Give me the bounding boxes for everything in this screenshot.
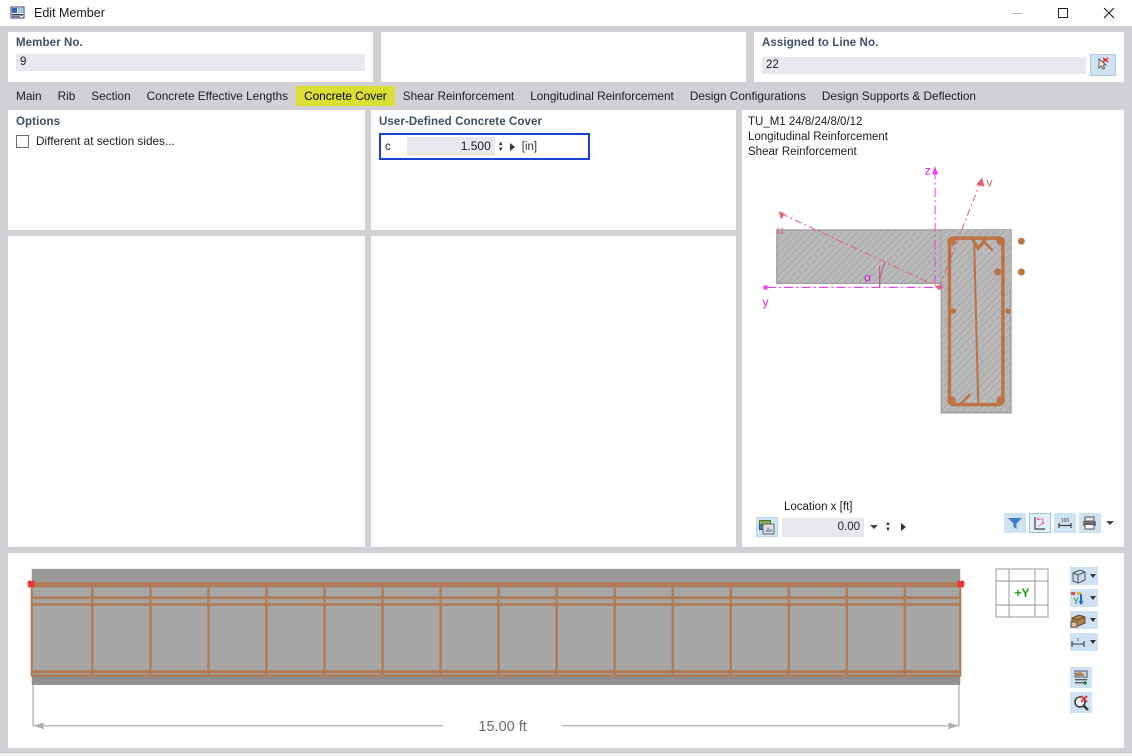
location-x-label: Location x [ft] [784,501,853,514]
svg-text:Y: Y [1073,596,1079,606]
options-title: Options [16,116,61,128]
tab-longitudinal-reinforcement[interactable]: Longitudinal Reinforcement [522,86,682,106]
minimize-icon[interactable] [994,0,1040,26]
concrete-cover-field-group[interactable]: c 1.500 ▲ ▼ [in] [379,133,590,160]
spin-down-icon[interactable]: ▼ [885,527,893,533]
tab-concrete-effective-lengths[interactable]: Concrete Effective Lengths [139,86,296,106]
concrete-cover-label: c [385,140,391,153]
filter-icon[interactable] [1004,513,1026,534]
chevron-down-icon[interactable] [1090,596,1096,601]
maximize-icon[interactable] [1040,0,1086,26]
edit-member-dialog: Edit Member Member No. 9 Assigned to Lin… [0,0,1132,756]
print-view-icon[interactable] [1070,667,1092,689]
tab-concrete-cover[interactable]: Concrete Cover [296,86,395,106]
legend-line-2: Longitudinal Reinforcement [748,131,889,143]
solid-model-icon[interactable] [1070,611,1098,630]
svg-text:y: y [762,295,769,309]
svg-text:v: v [986,176,993,190]
section-image-icon[interactable] [756,517,778,538]
cover-lower-empty-panel [371,236,736,548]
nav-cube[interactable]: +Y [994,567,1050,619]
nav-cube-label: +Y [1014,586,1029,600]
middle-empty-panel [381,32,746,82]
member-no-label: Member No. [16,37,83,49]
close-icon[interactable] [1086,0,1132,26]
section-drawing[interactable]: z y u v α [748,160,1118,499]
assigned-line-input[interactable]: 22 [762,56,1086,74]
user-defined-cover-title: User-Defined Concrete Cover [379,116,543,128]
upper-panels: Options Different at section sides... Us… [8,106,1124,548]
member-no-input[interactable]: 9 [16,54,365,71]
svg-text:100: 100 [1061,518,1070,524]
svg-text:x: x [1077,637,1080,643]
different-at-section-sides-checkbox[interactable] [16,134,29,148]
assigned-line-panel: Assigned to Line No. 22 [754,32,1124,82]
render-mode-icon[interactable] [1070,567,1098,586]
concrete-cover-unit: [in] [521,140,538,153]
print-dropdown-icon[interactable] [1106,521,1114,526]
spin-down-icon[interactable]: ▼ [498,147,506,153]
view-tools: +Y Y x [984,553,1124,748]
location-x-spinner[interactable]: ▲ ▼ [885,521,893,533]
section-dimensions-icon[interactable] [1029,513,1051,534]
chevron-down-icon[interactable] [1090,640,1096,645]
tab-section[interactable]: Section [83,86,138,106]
chevron-down-icon[interactable] [870,525,878,530]
select-line-icon[interactable] [1090,54,1116,76]
tab-bar: Main Rib Section Concrete Effective Leng… [8,86,1124,106]
svg-text:z: z [925,163,931,177]
tab-rib[interactable]: Rib [50,86,84,106]
chevron-down-icon[interactable] [1090,574,1096,579]
user-defined-cover-panel: User-Defined Concrete Cover c 1.500 ▲ ▼ … [371,110,736,230]
beam-dimension-label: 15.00 ft [478,719,526,735]
section-preview-panel: TU_M1 24/8/24/8/0/12 Longitudinal Reinfo… [742,110,1124,548]
preview-footer: Location x [ft] 0.00 ▲ ▼ 100 [748,499,1118,543]
member-no-panel: Member No. 9 [8,32,373,82]
dialog-footer: ? 0,00 A [0,752,1132,756]
legend-line-3: Shear Reinforcement [748,146,857,158]
content-area: Options Different at section sides... Us… [0,106,1132,752]
location-x-input[interactable]: 0.00 [782,517,864,537]
options-lower-empty-panel [8,236,365,548]
options-panel: Options Different at section sides... [8,110,365,230]
preview-legend: TU_M1 24/8/24/8/0/12 Longitudinal Reinfo… [748,115,1118,160]
concrete-cover-input[interactable]: 1.500 [406,137,495,156]
different-at-section-sides-label: Different at section sides... [36,134,175,148]
window-title: Edit Member [34,6,105,20]
title-bar: Edit Member [0,0,1132,26]
tab-main[interactable]: Main [8,86,50,106]
chevron-down-icon[interactable] [1090,618,1096,623]
member-3d-view: 15.00 ft +Y Y x [8,553,1124,749]
tab-shear-reinforcement[interactable]: Shear Reinforcement [395,86,522,106]
dimension-icon[interactable]: x [1070,633,1098,652]
print-icon[interactable] [1079,513,1101,534]
tab-design-supports-deflection[interactable]: Design Supports & Deflection [814,86,984,106]
header-fields: Member No. 9 Assigned to Line No. 22 [0,26,1132,86]
preview-toolbar: 100 [1004,513,1114,534]
svg-text:u: u [777,223,784,237]
different-at-section-sides-row[interactable]: Different at section sides... [16,134,357,148]
axis-display-icon[interactable]: Y [1070,589,1098,608]
window-controls [994,0,1132,26]
beam-drawing[interactable]: 15.00 ft [8,553,984,748]
member-icon [10,5,26,21]
legend-line-1: TU_M1 24/8/24/8/0/12 [748,116,863,128]
zoom-reset-icon[interactable] [1070,692,1092,714]
concrete-cover-spinner[interactable]: ▲ ▼ [498,141,506,153]
assigned-line-label: Assigned to Line No. [762,37,879,49]
svg-text:α: α [864,270,871,284]
tab-design-configurations[interactable]: Design Configurations [682,86,814,106]
view-tool-buttons: Y x [1070,567,1098,748]
more-arrow-icon[interactable] [901,523,906,532]
more-arrow-icon[interactable] [509,142,515,151]
scale-100-icon[interactable]: 100 [1054,513,1076,534]
